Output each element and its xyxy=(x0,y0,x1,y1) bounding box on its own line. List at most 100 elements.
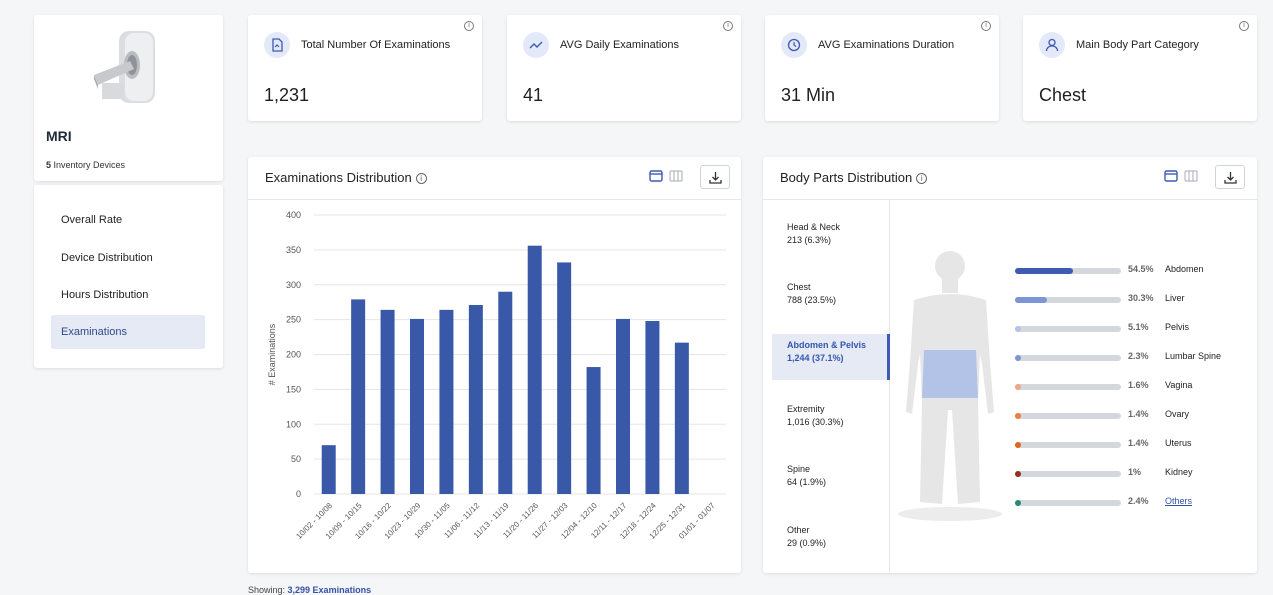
kpi-avg-daily: i AVG Daily Examinations 41 xyxy=(507,15,741,121)
y-tick-label: 350 xyxy=(286,245,301,255)
nav-item-device-distribution[interactable]: Device Distribution xyxy=(51,241,205,275)
body-part-chest[interactable]: Chest 788 (23.5%) xyxy=(772,276,890,322)
sub-part-label: Lumbar Spine xyxy=(1165,351,1222,361)
columns-view-icon[interactable] xyxy=(669,169,683,183)
info-icon[interactable]: i xyxy=(723,21,733,31)
sub-part-track xyxy=(1015,442,1121,448)
card-view-icon[interactable] xyxy=(1164,169,1178,183)
y-tick-label: 100 xyxy=(286,419,301,429)
info-icon[interactable]: i xyxy=(464,21,474,31)
bar xyxy=(527,245,542,494)
info-icon[interactable]: i xyxy=(415,173,427,184)
sub-part-row: 1.4% Uterus xyxy=(1015,438,1255,452)
bar xyxy=(468,304,483,494)
kpi-value: 41 xyxy=(523,85,544,105)
y-tick-label: 250 xyxy=(286,315,301,325)
download-icon xyxy=(1224,172,1237,184)
body-part-value: 788 (23.5%) xyxy=(787,295,837,305)
body-part-value: 29 (0.9%) xyxy=(787,538,827,548)
sub-part-percent: 2.4% xyxy=(1128,496,1149,506)
y-tick-label: 300 xyxy=(286,280,301,290)
sub-part-label: Ovary xyxy=(1165,409,1190,419)
sidebar-nav: Overall Rate Device Distribution Hours D… xyxy=(34,185,223,368)
y-tick-label: 50 xyxy=(291,454,301,464)
examinations-bar-chart: 05010015020025030035040010/02 - 10/0810/… xyxy=(267,210,726,541)
body-part-other[interactable]: Other 29 (0.9%) xyxy=(772,519,890,565)
bar xyxy=(380,309,395,494)
sub-part-label: Abdomen xyxy=(1165,264,1204,274)
human-body-figure xyxy=(898,251,1002,521)
info-icon[interactable]: i xyxy=(981,21,991,31)
sub-part-row: 54.5% Abdomen xyxy=(1015,264,1255,278)
sub-part-fill xyxy=(1015,413,1021,419)
sub-part-track xyxy=(1015,500,1121,506)
bar xyxy=(674,342,689,494)
sub-part-track xyxy=(1015,384,1121,390)
sub-part-fill xyxy=(1015,442,1021,448)
panel-title: Body Parts Distribution i xyxy=(780,170,928,185)
kpi-title: AVG Daily Examinations xyxy=(560,39,680,51)
body-part-name: Spine xyxy=(787,464,811,474)
sub-part-row: 1.6% Vagina xyxy=(1015,380,1255,394)
card-view-icon[interactable] xyxy=(649,169,663,183)
body-part-extremity[interactable]: Extremity 1,016 (30.3%) xyxy=(772,398,890,444)
sub-part-label: Liver xyxy=(1165,293,1185,303)
info-icon[interactable]: i xyxy=(916,173,928,184)
sub-part-fill xyxy=(1015,326,1021,332)
sub-part-percent: 1.4% xyxy=(1128,438,1149,448)
others-link[interactable]: Others xyxy=(1165,496,1192,506)
columns-view-icon[interactable] xyxy=(1184,169,1198,183)
nav-item-overall-rate[interactable]: Overall Rate xyxy=(51,203,205,237)
sub-part-percent: 1.4% xyxy=(1128,409,1149,419)
kpi-avg-duration: i AVG Examinations Duration 31 Min xyxy=(765,15,999,121)
nav-item-examinations[interactable]: Examinations xyxy=(51,315,205,349)
kpi-main-body-part: i Main Body Part Category Chest xyxy=(1023,15,1257,121)
inventory-count: 5 Inventory Devices xyxy=(46,160,126,170)
body-part-name: Abdomen & Pelvis xyxy=(787,340,867,350)
sub-part-row: 5.1% Pelvis xyxy=(1015,322,1255,336)
file-document-icon xyxy=(264,32,290,58)
sub-part-track xyxy=(1015,471,1121,477)
bar xyxy=(616,318,630,494)
y-tick-label: 200 xyxy=(286,350,301,360)
sub-part-track xyxy=(1015,413,1121,419)
kpi-value: Chest xyxy=(1039,85,1087,105)
sub-part-row: 1.4% Ovary xyxy=(1015,409,1255,423)
bar xyxy=(557,262,572,494)
sub-part-row: 1% Kidney xyxy=(1015,467,1255,481)
body-part-value: 64 (1.9%) xyxy=(787,477,827,487)
examinations-distribution-panel: Examinations Distribution i 0 50 100 150 200 2… xyxy=(248,157,741,573)
info-icon[interactable]: i xyxy=(1239,21,1249,31)
body-part-name: Head & Neck xyxy=(787,222,841,232)
person-icon xyxy=(1039,32,1065,58)
sub-part-row: 2.4% Others xyxy=(1015,496,1255,510)
sub-part-label: Vagina xyxy=(1165,380,1193,390)
kpi-value: 31 Min xyxy=(781,85,836,105)
sub-part-fill xyxy=(1015,297,1048,303)
body-part-name: Extremity xyxy=(787,404,825,414)
bar xyxy=(351,299,366,494)
sub-part-percent: 5.1% xyxy=(1128,322,1149,332)
body-part-head-neck[interactable]: Head & Neck 213 (6.3%) xyxy=(772,216,890,262)
device-name: MRI xyxy=(46,128,72,144)
sub-part-percent: 30.3% xyxy=(1128,293,1154,303)
sub-part-track xyxy=(1015,297,1121,303)
download-button[interactable] xyxy=(700,165,730,189)
sub-part-label: Kidney xyxy=(1165,467,1193,477)
trend-line-icon xyxy=(523,32,549,58)
body-part-spine[interactable]: Spine 64 (1.9%) xyxy=(772,458,890,504)
y-tick-label: 400 xyxy=(286,210,301,220)
y-tick-label: 150 xyxy=(286,384,301,394)
nav-item-hours-distribution[interactable]: Hours Distribution xyxy=(51,278,205,312)
sub-part-fill xyxy=(1015,500,1021,506)
sub-part-label: Pelvis xyxy=(1165,322,1190,332)
body-part-abdomen-pelvis[interactable]: Abdomen & Pelvis 1,244 (37.1%) xyxy=(772,334,890,380)
sub-part-percent: 54.5% xyxy=(1128,264,1154,274)
download-button[interactable] xyxy=(1215,165,1245,189)
kpi-title: Main Body Part Category xyxy=(1076,39,1199,51)
sub-part-fill xyxy=(1015,384,1021,390)
body-part-value: 213 (6.3%) xyxy=(787,235,832,245)
body-part-value: 1,244 (37.1%) xyxy=(787,353,844,363)
y-tick-label: 0 xyxy=(296,489,301,499)
y-axis-label: # Examinations xyxy=(267,323,277,385)
